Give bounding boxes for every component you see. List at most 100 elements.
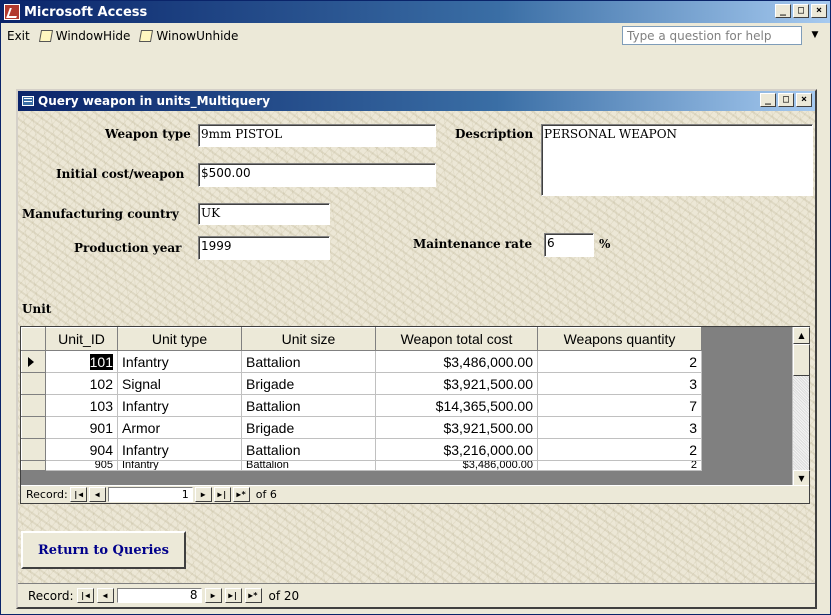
record-label: Record:: [28, 588, 74, 603]
production-year-field[interactable]: 1999: [198, 236, 330, 260]
unit-id-cell[interactable]: 103: [45, 394, 118, 417]
form-close-button[interactable]: ×: [796, 93, 812, 107]
menu-windowunhide[interactable]: WinowUnhide: [139, 29, 238, 43]
form-restore-button[interactable]: □: [778, 93, 794, 107]
initial-cost-label: Initial cost/weapon: [56, 167, 185, 181]
column-header-unit-size[interactable]: Unit size: [241, 327, 376, 351]
subform-record-navigator: Record: |◀ ◀ 1 ▶ ▶| ▶* of 6: [21, 485, 809, 503]
record-count: of 6: [255, 488, 277, 501]
unit-size-cell[interactable]: Brigade: [241, 416, 376, 439]
form-body: Weapon type 9mm PISTOL Description PERSO…: [18, 111, 815, 607]
macro-icon: [38, 30, 53, 42]
table-row[interactable]: 901 Armor Brigade $3,921,500.00 3: [21, 416, 702, 439]
scroll-thumb[interactable]: [793, 344, 810, 376]
table-row[interactable]: 103 Infantry Battalion $14,365,500.00 7: [21, 394, 702, 417]
unit-id-cell[interactable]: 901: [45, 416, 118, 439]
row-selector[interactable]: [21, 394, 46, 417]
unit-type-cell[interactable]: Infantry: [117, 394, 242, 417]
weapons-quantity-cell[interactable]: 2: [537, 460, 702, 471]
description-field[interactable]: PERSONAL WEAPON: [541, 124, 813, 196]
record-label: Record:: [26, 488, 68, 501]
unit-size-cell[interactable]: Battalion: [241, 394, 376, 417]
row-selector[interactable]: [21, 438, 46, 461]
first-record-icon[interactable]: |◀: [69, 487, 87, 502]
unit-id-cell[interactable]: 904: [45, 438, 118, 461]
weapon-total-cost-cell[interactable]: $14,365,500.00: [375, 394, 538, 417]
weapon-type-field[interactable]: 9mm PISTOL: [198, 124, 436, 147]
row-selector[interactable]: [21, 350, 46, 373]
unit-datasheet: Unit_ID Unit type Unit size Weapon total…: [21, 327, 702, 471]
record-count: of 20: [268, 588, 300, 603]
weapons-quantity-cell[interactable]: 7: [537, 394, 702, 417]
weapon-total-cost-cell[interactable]: $3,486,000.00: [375, 460, 538, 471]
column-header-weapons-quantity[interactable]: Weapons quantity: [537, 327, 702, 351]
weapons-quantity-cell[interactable]: 3: [537, 416, 702, 439]
column-header-weapon-total-cost[interactable]: Weapon total cost: [375, 327, 538, 351]
unit-type-cell[interactable]: Infantry: [117, 460, 242, 471]
vertical-scrollbar[interactable]: ▲ ▼: [792, 327, 810, 487]
unit-id-cell[interactable]: 905: [45, 460, 118, 471]
unit-id-cell[interactable]: 102: [45, 372, 118, 395]
percent-label: %: [599, 237, 611, 251]
access-key-icon: [4, 4, 20, 20]
return-to-queries-button[interactable]: Return to Queries: [21, 531, 186, 569]
unit-subform-label: Unit: [22, 302, 52, 316]
unit-id-cell: 101: [89, 353, 113, 370]
weapon-total-cost-cell[interactable]: $3,216,000.00: [375, 438, 538, 461]
help-search-input[interactable]: Type a question for help: [622, 26, 802, 45]
unit-type-cell[interactable]: Infantry: [117, 438, 242, 461]
scroll-up-icon[interactable]: ▲: [793, 327, 810, 344]
manufacturing-country-field[interactable]: UK: [198, 203, 330, 225]
current-record-arrow-icon: [28, 356, 34, 367]
form-record-navigator: Record: |◀ ◀ 8 ▶ ▶| ▶* of 20: [18, 583, 815, 607]
unit-size-cell[interactable]: Battalion: [241, 438, 376, 461]
column-header-unit-id[interactable]: Unit_ID: [45, 327, 118, 351]
unit-size-cell[interactable]: Battalion: [241, 460, 376, 471]
table-row[interactable]: 904 Infantry Battalion $3,216,000.00 2: [21, 438, 702, 461]
row-selector[interactable]: [21, 416, 46, 439]
unit-type-cell[interactable]: Infantry: [117, 350, 242, 373]
unit-size-cell[interactable]: Brigade: [241, 372, 376, 395]
unit-size-cell[interactable]: Battalion: [241, 350, 376, 373]
close-button[interactable]: ×: [811, 4, 827, 18]
weapon-total-cost-cell[interactable]: $3,921,500.00: [375, 372, 538, 395]
previous-record-icon[interactable]: ◀: [96, 588, 114, 603]
form-minimize-button[interactable]: _: [760, 93, 776, 107]
chevron-down-icon[interactable]: ▼: [806, 26, 824, 45]
macro-icon: [139, 30, 154, 42]
unit-type-cell[interactable]: Armor: [117, 416, 242, 439]
weapons-quantity-cell[interactable]: 3: [537, 372, 702, 395]
last-record-icon[interactable]: ▶|: [213, 487, 231, 502]
description-label: Description: [455, 127, 534, 141]
row-selector[interactable]: [21, 372, 46, 395]
restore-button[interactable]: □: [793, 4, 809, 18]
row-selector[interactable]: [21, 460, 46, 471]
weapons-quantity-cell[interactable]: 2: [537, 438, 702, 461]
menu-exit[interactable]: Exit: [7, 29, 30, 43]
last-record-icon[interactable]: ▶|: [224, 588, 242, 603]
form-icon: [22, 96, 34, 106]
weapon-type-label: Weapon type: [105, 127, 191, 141]
new-record-icon[interactable]: ▶*: [244, 588, 262, 603]
unit-type-cell[interactable]: Signal: [117, 372, 242, 395]
initial-cost-field[interactable]: $500.00: [198, 163, 436, 187]
form-title: Query weapon in units_Multiquery: [38, 94, 271, 108]
menu-windowhide[interactable]: WindowHide: [38, 29, 130, 43]
column-header-unit-type[interactable]: Unit type: [117, 327, 242, 351]
previous-record-icon[interactable]: ◀: [88, 487, 106, 502]
weapon-total-cost-cell[interactable]: $3,486,000.00: [375, 350, 538, 373]
weapons-quantity-cell[interactable]: 2: [537, 350, 702, 373]
weapon-total-cost-cell[interactable]: $3,921,500.00: [375, 416, 538, 439]
table-row[interactable]: 102 Signal Brigade $3,921,500.00 3: [21, 372, 702, 395]
app-titlebar: Microsoft Access _ □ ×: [1, 1, 830, 23]
first-record-icon[interactable]: |◀: [76, 588, 94, 603]
minimize-button[interactable]: _: [775, 4, 791, 18]
record-number-field[interactable]: 8: [116, 588, 202, 603]
new-record-icon[interactable]: ▶*: [232, 487, 250, 502]
table-row[interactable]: 905 Infantry Battalion $3,486,000.00 2: [21, 460, 702, 471]
record-number-field[interactable]: 1: [107, 487, 193, 502]
maintenance-rate-field[interactable]: 6: [544, 233, 594, 257]
table-row[interactable]: 101 Infantry Battalion $3,486,000.00 2: [21, 350, 702, 373]
next-record-icon[interactable]: ▶: [194, 487, 212, 502]
next-record-icon[interactable]: ▶: [204, 588, 222, 603]
